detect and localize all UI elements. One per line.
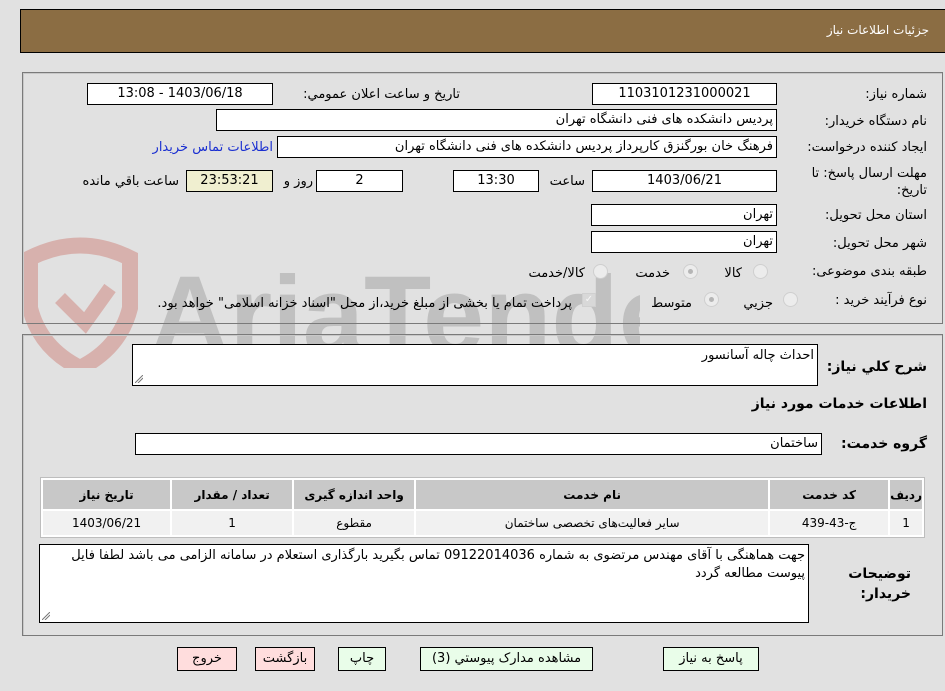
city-field[interactable]: تهران <box>591 231 777 253</box>
announce-datetime-label: تاریخ و ساعت اعلان عمومي: <box>303 87 460 102</box>
purchase-type-option-medium: متوسط <box>651 296 692 311</box>
resize-grip-icon[interactable] <box>135 375 143 383</box>
page-title: جزئیات اطلاعات نیاز <box>826 23 929 37</box>
need-number-field[interactable]: 1103101231000021 <box>592 83 777 105</box>
back-button[interactable]: بازگشت <box>255 647 315 671</box>
column-header-service-code: کد خدمت <box>770 480 889 509</box>
requester-field[interactable]: فرهنگ خان بورگنزق کارپرداز پردیس دانشکده… <box>277 136 777 158</box>
table-header-row: ردیف کد خدمت نام خدمت واحد اندازه گیری ت… <box>43 480 922 509</box>
city-label: شهر محل تحویل: <box>832 236 927 251</box>
buyer-notes-label-line1: توضیحات <box>848 566 911 582</box>
column-header-row-number: ردیف <box>890 480 922 509</box>
cell-quantity: 1 <box>172 511 293 535</box>
cell-unit: مقطوع <box>294 511 415 535</box>
category-option-goods: کالا <box>724 266 742 281</box>
table-row: 1 ج-43-439 سایر فعالیت‌های تخصصی ساختمان… <box>43 511 922 535</box>
view-attachments-button[interactable]: مشاهده مدارک پیوستي (3) <box>420 647 593 671</box>
province-field[interactable]: تهران <box>591 204 777 226</box>
page-header: جزئیات اطلاعات نیاز <box>20 9 945 53</box>
category-radio-goods-service[interactable] <box>593 264 608 279</box>
need-number-label: شماره نیاز: <box>865 87 927 102</box>
category-label: طبقه بندی موضوعی: <box>811 264 927 279</box>
deadline-label-line2: تاریخ: <box>896 183 927 198</box>
days-label: روز و <box>283 174 313 189</box>
announce-datetime-field[interactable]: 1403/06/18 - 13:08 <box>87 83 273 105</box>
print-button[interactable]: چاپ <box>338 647 386 671</box>
cell-need-date: 1403/06/21 <box>43 511 171 535</box>
cell-service-code: ج-43-439 <box>770 511 889 535</box>
summary-label: شرح کلي نیاز: <box>826 359 927 375</box>
deadline-time-label: ساعت <box>549 174 585 189</box>
treasury-note: پرداخت تمام یا بخشی از مبلغ خرید،از محل … <box>157 296 572 311</box>
deadline-time-field[interactable]: 13:30 <box>453 170 539 192</box>
days-remaining-field[interactable]: 2 <box>316 170 403 192</box>
buyer-org-field[interactable]: پردیس دانشکده های فنی دانشگاه تهران <box>216 109 777 131</box>
column-header-service-name: نام خدمت <box>416 480 769 509</box>
treasury-checkbox[interactable]: ✓ <box>582 293 596 307</box>
summary-textarea[interactable]: احداث چاله آسانسور <box>132 344 818 386</box>
cell-row-number: 1 <box>890 511 922 535</box>
time-remaining-field: 23:53:21 <box>186 170 273 192</box>
category-radio-goods[interactable] <box>753 264 768 279</box>
exit-button[interactable]: خروج <box>177 647 237 671</box>
services-table: ردیف کد خدمت نام خدمت واحد اندازه گیری ت… <box>40 477 925 538</box>
purchase-type-radio-medium[interactable] <box>704 292 719 307</box>
column-header-quantity: تعداد / مقدار <box>172 480 293 509</box>
summary-text: احداث چاله آسانسور <box>701 348 814 363</box>
cell-service-name: سایر فعالیت‌های تخصصی ساختمان <box>416 511 769 535</box>
resize-grip-icon[interactable] <box>42 612 50 620</box>
purchase-type-option-minor: جزيي <box>743 296 773 311</box>
deadline-date-field[interactable]: 1403/06/21 <box>592 170 777 192</box>
category-radio-service[interactable] <box>683 264 698 279</box>
column-header-need-date: تاریخ نیاز <box>43 480 171 509</box>
buyer-notes-textarea[interactable]: جهت هماهنگی با آقای مهندس مرتضوی به شمار… <box>39 544 809 623</box>
column-header-unit: واحد اندازه گیری <box>294 480 415 509</box>
buyer-notes-text: جهت هماهنگی با آقای مهندس مرتضوی به شمار… <box>71 548 805 581</box>
category-option-goods-service: کالا/خدمت <box>528 266 585 281</box>
category-option-service: خدمت <box>635 266 670 281</box>
purchase-type-label: نوع فرآیند خرید : <box>835 293 927 308</box>
requester-label: ایجاد کننده درخواست: <box>807 140 927 155</box>
province-label: استان محل تحویل: <box>825 208 927 223</box>
buyer-org-label: نام دستگاه خریدار: <box>824 114 927 129</box>
buyer-notes-label-line2: خریدار: <box>860 586 911 602</box>
reply-button[interactable]: پاسخ به نیاز <box>663 647 759 671</box>
service-group-label: گروه خدمت: <box>841 436 927 452</box>
service-group-field[interactable]: ساختمان <box>135 433 822 455</box>
time-remaining-label: ساعت باقي مانده <box>82 174 179 189</box>
purchase-type-radio-minor[interactable] <box>783 292 798 307</box>
deadline-label-line1: مهلت ارسال پاسخ: تا <box>811 166 927 181</box>
buyer-contact-link[interactable]: اطلاعات تماس خریدار <box>153 140 273 155</box>
services-heading: اطلاعات خدمات مورد نیاز <box>751 396 927 412</box>
